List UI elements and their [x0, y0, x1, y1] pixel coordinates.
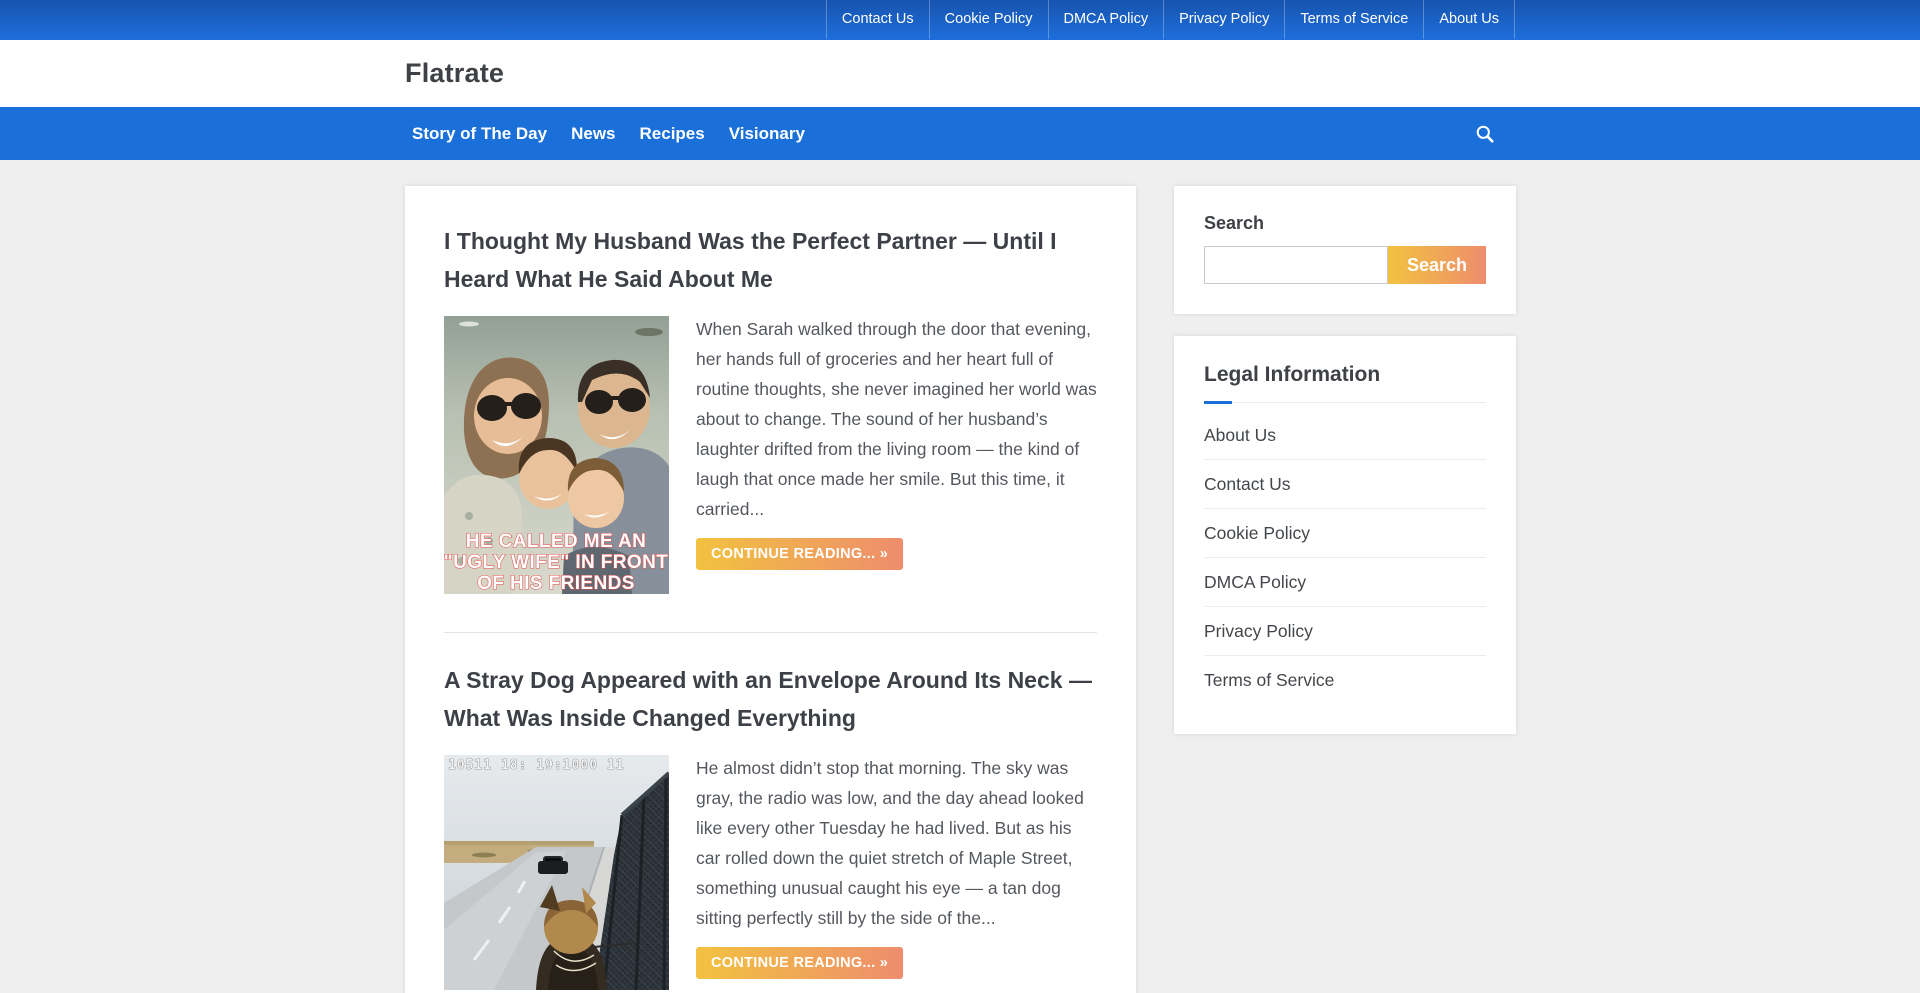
list-item: Contact Us [1204, 460, 1486, 509]
nav-link-recipes[interactable]: Recipes [628, 107, 717, 160]
legal-link-contact-us[interactable]: Contact Us [1204, 460, 1486, 508]
topbar: Contact Us Cookie Policy DMCA Policy Pri… [0, 0, 1920, 40]
sidebar: Search Search Legal Information About Us… [1174, 186, 1516, 734]
topbar-link-contact-us[interactable]: Contact Us [826, 0, 929, 39]
continue-reading-button[interactable]: CONTINUE READING... » [696, 947, 903, 979]
article-body: 10511 18: 19:1000 11 He almost didn’t st… [444, 753, 1097, 993]
main-navbar: Story of The Day News Recipes Visionary [0, 107, 1920, 160]
main-navbar-inner: Story of The Day News Recipes Visionary [405, 107, 1515, 160]
legal-link-dmca-policy[interactable]: DMCA Policy [1204, 558, 1486, 606]
posts-card: I Thought My Husband Was the Perfect Par… [405, 186, 1136, 993]
article-stray-dog: A Stray Dog Appeared with an Envelope Ar… [444, 661, 1097, 993]
search-form: Search [1204, 246, 1486, 284]
nav-link-news[interactable]: News [559, 107, 627, 160]
list-item: DMCA Policy [1204, 558, 1486, 607]
topbar-link-dmca-policy[interactable]: DMCA Policy [1048, 0, 1164, 39]
article-separator [444, 632, 1097, 633]
legal-widget-title: Legal Information [1204, 363, 1486, 403]
legal-link-privacy-policy[interactable]: Privacy Policy [1204, 607, 1486, 655]
site-logo[interactable]: Flatrate [405, 58, 504, 89]
legal-link-terms-of-service[interactable]: Terms of Service [1204, 656, 1486, 704]
site-header-inner: Flatrate [405, 40, 1515, 107]
article-thumbnail-link[interactable]: HE CALLED ME AN "UGLY WIFE" IN FRONT OF … [444, 316, 669, 594]
topbar-link-terms-of-service[interactable]: Terms of Service [1284, 0, 1423, 39]
article-husband-partner: I Thought My Husband Was the Perfect Par… [444, 222, 1097, 602]
image-caption-line-3: OF HIS FRIENDS [477, 573, 635, 594]
article-title-link[interactable]: A Stray Dog Appeared with an Envelope Ar… [444, 661, 1097, 737]
search-widget-title: Search [1204, 213, 1486, 234]
search-icon [1475, 124, 1495, 144]
sidebar-search-button[interactable]: Search [1388, 246, 1486, 284]
article-thumbnail-link[interactable]: 10511 18: 19:1000 11 [444, 755, 669, 990]
topbar-link-about-us[interactable]: About Us [1423, 0, 1515, 39]
nav-link-story-of-the-day[interactable]: Story of The Day [405, 107, 559, 160]
legal-link-cookie-policy[interactable]: Cookie Policy [1204, 509, 1486, 557]
topbar-menu: Contact Us Cookie Policy DMCA Policy Pri… [405, 0, 1515, 39]
legal-links-list: About Us Contact Us Cookie Policy DMCA P… [1204, 411, 1486, 704]
search-toggle-button[interactable] [1465, 114, 1505, 154]
article-title-link[interactable]: I Thought My Husband Was the Perfect Par… [444, 222, 1097, 298]
legal-information-widget: Legal Information About Us Contact Us Co… [1174, 336, 1516, 734]
topbar-link-privacy-policy[interactable]: Privacy Policy [1163, 0, 1284, 39]
family-beach-selfie-image: HE CALLED ME AN "UGLY WIFE" IN FRONT OF … [444, 316, 669, 594]
image-caption-line-1: HE CALLED ME AN [466, 531, 647, 552]
list-item: Terms of Service [1204, 656, 1486, 704]
search-widget: Search Search [1174, 186, 1516, 314]
list-item: Privacy Policy [1204, 607, 1486, 656]
legal-link-about-us[interactable]: About Us [1204, 411, 1486, 459]
dashcam-timestamp-overlay: 10511 18: 19:1000 11 [448, 758, 625, 773]
site-header: Flatrate [0, 40, 1920, 107]
nav-link-visionary[interactable]: Visionary [717, 107, 817, 160]
list-item: About Us [1204, 411, 1486, 460]
topbar-link-cookie-policy[interactable]: Cookie Policy [929, 0, 1048, 39]
continue-reading-button[interactable]: CONTINUE READING... » [696, 538, 903, 570]
article-body: HE CALLED ME AN "UGLY WIFE" IN FRONT OF … [444, 314, 1097, 602]
list-item: Cookie Policy [1204, 509, 1486, 558]
page-content: I Thought My Husband Was the Perfect Par… [405, 186, 1515, 993]
search-input[interactable] [1204, 246, 1388, 284]
highway-dashcam-dog-image: 10511 18: 19:1000 11 [444, 755, 669, 990]
image-caption-line-2: "UGLY WIFE" IN FRONT [444, 552, 668, 573]
